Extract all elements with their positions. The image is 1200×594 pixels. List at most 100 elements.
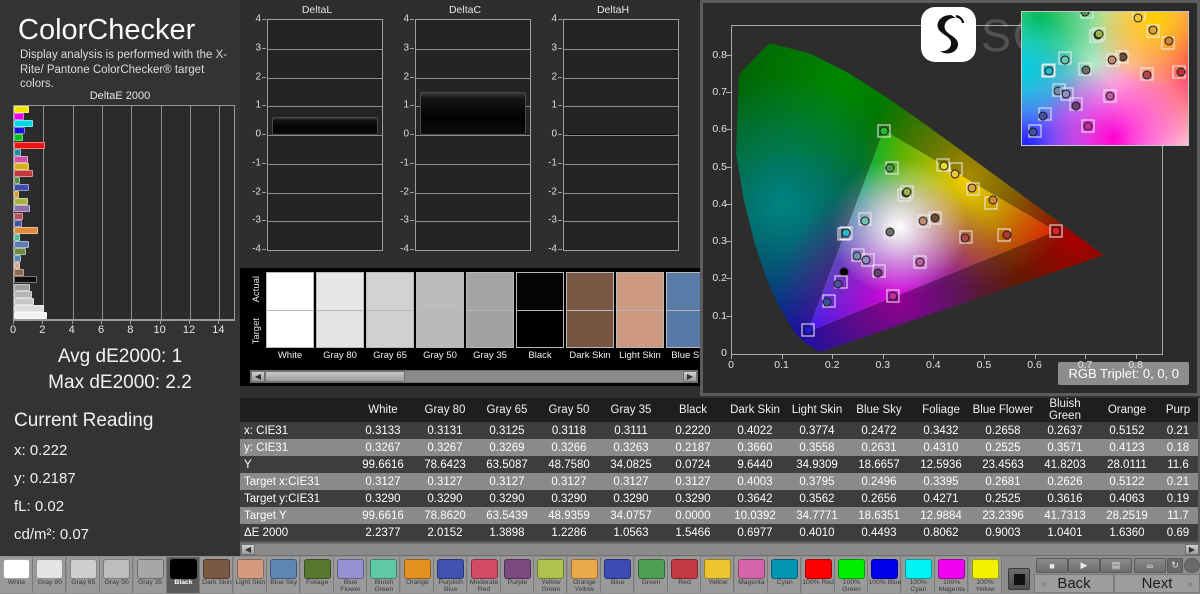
bottom-swatch-light-skin[interactable]: Light Skin	[233, 557, 267, 593]
table-cell: 0.3118	[538, 422, 600, 439]
delta-plot-area	[563, 19, 679, 251]
swatch-strip-scrollbar[interactable]: ◀ ▶	[250, 370, 698, 383]
table-row[interactable]: Target Y 99.6616 78.8620 63.5439 48.9359 34.0…	[240, 507, 1198, 524]
table-column-header[interactable]: Black	[662, 398, 724, 422]
table-column-header[interactable]: Gray 65	[476, 398, 538, 422]
bottom-swatch-dark-skin[interactable]: Dark Skin	[200, 557, 234, 593]
bottom-swatch-gray-65[interactable]: Gray 65	[66, 557, 100, 593]
cie-x-tick-label: 0.1	[774, 359, 789, 371]
cie-y-tick-mark	[726, 278, 731, 280]
y-tick-mark	[262, 220, 266, 222]
cie-x-tick-label: 0.8	[1128, 359, 1144, 371]
bottom-swatch-bluish-green[interactable]: Bluish Green	[367, 557, 401, 593]
y-tick-label: 2	[403, 71, 409, 82]
table-cell: 0.4123	[1096, 439, 1158, 456]
bottom-swatch-gray-50[interactable]: Gray 50	[100, 557, 134, 593]
table-column-header[interactable]: Light Skin	[786, 398, 848, 422]
scroll-left-arrow[interactable]: ◀	[251, 371, 265, 382]
table-row[interactable]: Target y:CIE31 0.3290 0.3290 0.3290 0.3290 0.…	[240, 490, 1198, 507]
table-column-header[interactable]: Foliage	[910, 398, 972, 422]
table-column-header[interactable]: Dark Skin	[724, 398, 786, 422]
bottom-swatch-100-green[interactable]: 100% Green	[835, 557, 868, 593]
table-column-header[interactable]: Purp	[1158, 398, 1198, 422]
bottom-swatch-white[interactable]: White	[0, 557, 33, 593]
swatch-actual	[366, 272, 414, 310]
swatch-chip	[470, 559, 498, 579]
bottom-swatch-black[interactable]: Black	[167, 557, 200, 593]
bottom-swatch-100-red[interactable]: 100% Red	[801, 557, 835, 593]
measurements-table-panel[interactable]: White Gray 80 Gray 65 Gray 50 Gray 35 Black Da…	[240, 398, 1200, 556]
table-row[interactable]: x: CIE31 0.3133 0.3131 0.3125 0.3118 0.3111 0.…	[240, 422, 1198, 439]
loop-icon[interactable]: ∞	[1134, 558, 1166, 573]
bottom-swatch-moderate-red[interactable]: Moderate Red	[467, 557, 501, 593]
bottom-swatch-gray-80[interactable]: Gray 80	[33, 557, 67, 593]
refresh-icon[interactable]: ↻	[1167, 558, 1183, 573]
bottom-swatch-blue-sky[interactable]: Blue Sky	[267, 557, 301, 593]
deltae-bar	[14, 177, 21, 185]
table-cell: 0.3290	[414, 490, 476, 507]
swatch-chip	[838, 559, 865, 579]
scroll-right-arrow[interactable]: ▶	[683, 371, 697, 382]
bottom-swatch-gray-35[interactable]: Gray 35	[133, 557, 167, 593]
stop-button[interactable]	[1008, 568, 1030, 590]
table-column-header[interactable]: Orange	[1096, 398, 1158, 422]
bottom-swatch-blue-flower[interactable]: Blue Flower	[334, 557, 367, 593]
y-tick-label: 0	[551, 128, 557, 140]
table-row[interactable]: y: CIE31 0.3267 0.3267 0.3269 0.3266 0.3263 0.…	[240, 439, 1198, 456]
cie-x-tick-mark	[983, 354, 985, 359]
gridline	[268, 77, 382, 79]
table-scroll-track[interactable]	[255, 544, 1185, 555]
next-button[interactable]: Next »	[1114, 574, 1200, 593]
deltae-bar	[14, 127, 25, 135]
table-column-header[interactable]: Gray 35	[600, 398, 662, 422]
swatch-chip	[504, 559, 531, 579]
table-row[interactable]: Target x:CIE31 0.3127 0.3127 0.3127 0.3127 0.…	[240, 473, 1198, 490]
table-row[interactable]: ΔE 2000 2.2377 2.0152 1.3898 1.2286 1.0563 1.5…	[240, 524, 1198, 541]
swatch-label: White	[7, 579, 26, 586]
bottom-swatch-100-blue[interactable]: 100% Blue	[868, 557, 902, 593]
bottom-swatch-purplish-blue[interactable]: Purplish Blue	[434, 557, 468, 593]
cie-measured-marker	[885, 163, 895, 173]
bottom-swatch-red[interactable]: Red	[668, 557, 701, 593]
bottom-swatch-100-cyan[interactable]: 100% Cyan	[901, 557, 935, 593]
cie-y-tick-label: 0.8	[712, 48, 727, 61]
bottom-swatch-foliage[interactable]: Foliage	[300, 557, 334, 593]
table-column-header[interactable]: White	[352, 398, 414, 422]
bottom-swatch-yellow-green[interactable]: Yellow Green	[534, 557, 568, 593]
bottom-swatch-blue[interactable]: Blue	[601, 557, 635, 593]
table-scroll-left-arrow[interactable]: ◀	[241, 544, 255, 555]
bottom-swatch-100-yellow[interactable]: 100% Yellow	[968, 557, 1002, 593]
table-row[interactable]: Y 99.6616 78.6423 63.5087 48.7580 34.0825 0.07…	[240, 456, 1198, 473]
play-icon[interactable]: ▶	[1068, 558, 1100, 573]
soomal-logo	[921, 7, 976, 62]
table-column-header[interactable]: Bluish Green	[1034, 398, 1096, 422]
table-cell: 0.3616	[1034, 490, 1096, 507]
bottom-swatch-magenta[interactable]: Magenta	[734, 557, 768, 593]
current-reading-title: Current Reading	[14, 410, 154, 431]
table-column-header[interactable]: Gray 50	[538, 398, 600, 422]
bottom-swatch-purple[interactable]: Purple	[501, 557, 534, 593]
bottom-swatch-orange[interactable]: Orange	[400, 557, 434, 593]
back-button[interactable]: « Back	[1034, 574, 1114, 593]
table-scrollbar[interactable]: ◀ ▶	[240, 543, 1200, 556]
bottom-swatch-yellow[interactable]: Yellow	[701, 557, 735, 593]
table-column-header[interactable]: Blue Flower	[972, 398, 1034, 422]
y-tick-label: 4	[255, 13, 261, 25]
y-tick-mark	[262, 162, 266, 164]
table-cell: 41.7313	[1034, 507, 1096, 524]
save-icon[interactable]: ▤	[1100, 558, 1132, 573]
bottom-swatch-100-magenta[interactable]: 100% Magenta	[935, 557, 969, 593]
cie-x-tick-mark	[1085, 354, 1087, 359]
bottom-swatch-orange-yellow[interactable]: Orange Yellow	[567, 557, 601, 593]
scroll-track[interactable]	[265, 371, 683, 382]
table-header-row: White Gray 80 Gray 65 Gray 50 Gray 35 Black Da…	[240, 398, 1198, 422]
power-icon[interactable]	[1184, 558, 1200, 573]
bottom-swatch-green[interactable]: Green	[634, 557, 668, 593]
cie-measured-marker	[885, 227, 895, 237]
table-column-header[interactable]: Gray 80	[414, 398, 476, 422]
table-scroll-right-arrow[interactable]: ▶	[1185, 544, 1199, 555]
bottom-swatch-cyan[interactable]: Cyan	[768, 557, 802, 593]
table-column-header[interactable]: Blue Sky	[848, 398, 910, 422]
record-stop-icon[interactable]: ■	[1036, 558, 1068, 573]
swatch-compare-inner: Actual Target White Gray 80 Gray 65 Gray 50…	[250, 272, 714, 386]
